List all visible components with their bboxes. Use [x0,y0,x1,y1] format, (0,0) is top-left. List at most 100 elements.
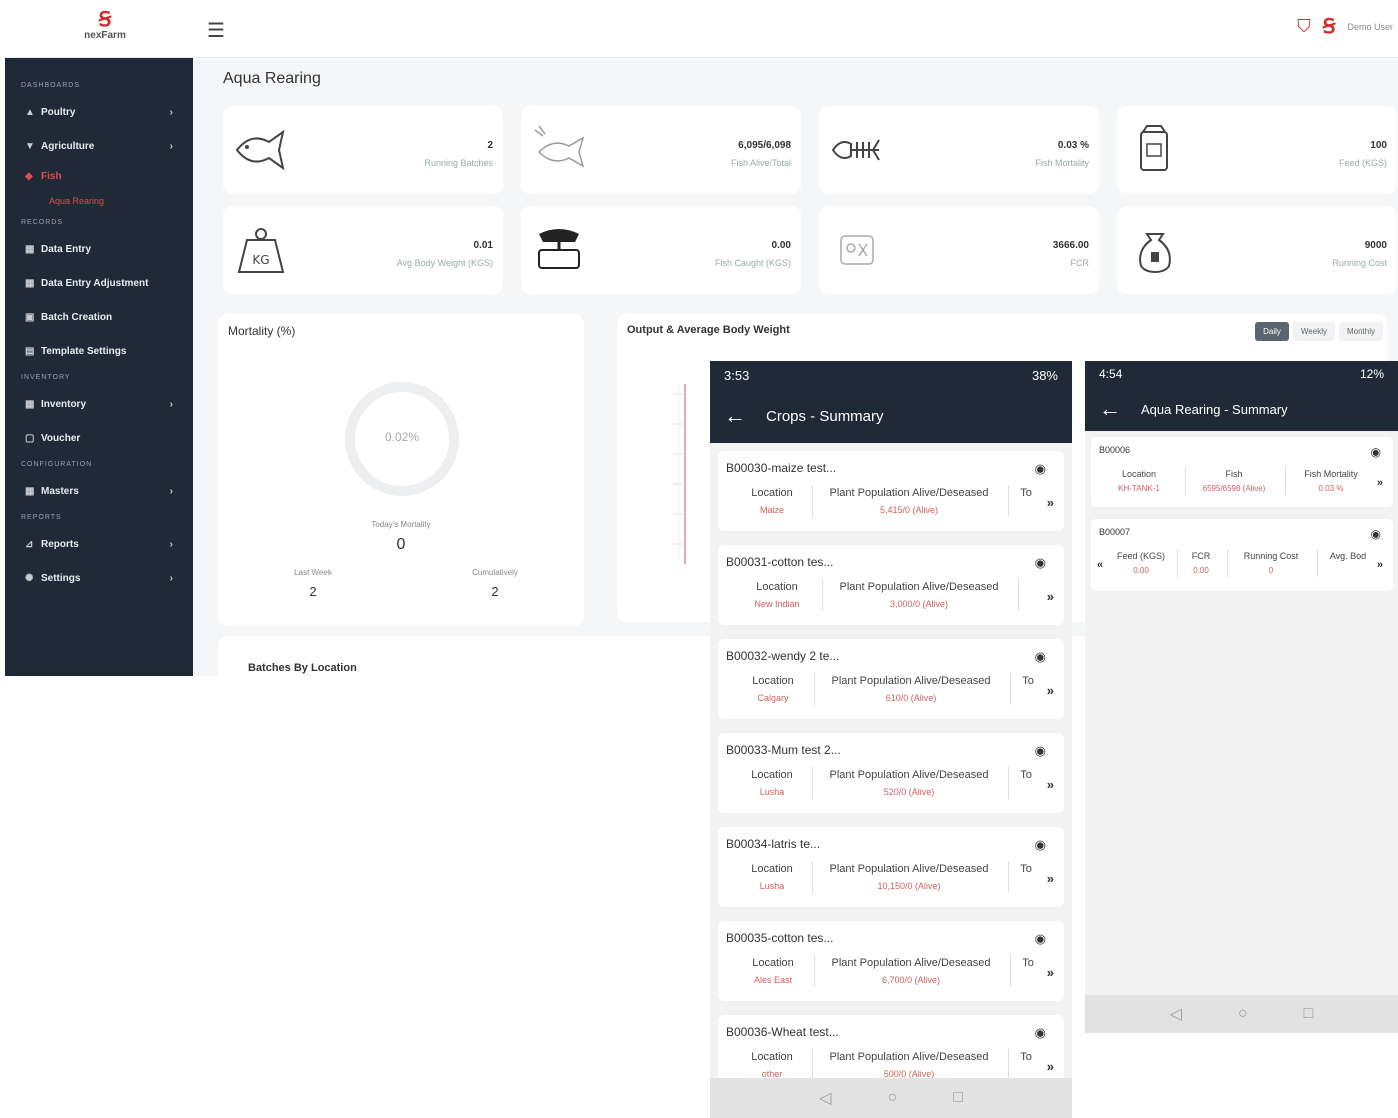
sidebar-item-agriculture[interactable]: ▼ Agriculture › [5,129,193,163]
fcr-label: FCR [1191,551,1211,561]
app-bar: ← Crops - Summary [710,389,1072,443]
status-battery: 38% [1031,367,1058,383]
sidebar-item-masters[interactable]: ▦ Masters › [5,474,193,508]
sidebar-item-inventory[interactable]: ▦ Inventory › [5,387,193,421]
crop-batch-card[interactable]: B00033-Mum test 2... ◉ Location Lusha Pla… [718,733,1064,813]
batch-title: B00031-cotton tes... [726,555,834,569]
sidebar-item-aqua-rearing[interactable]: Aqua Rearing [5,189,193,213]
sidebar-item-reports[interactable]: ⊿ Reports › [5,527,193,561]
to-column: To [1018,863,1034,875]
nav-recents-icon[interactable]: □ [1304,1005,1314,1023]
population-label: Plant Population Alive/Deseased [829,487,989,499]
logo-name: nexFarm [84,30,126,41]
sidebar-item-label: Masters [41,485,79,497]
scroll-right-icon[interactable]: » [1047,1059,1054,1074]
sidebar-item-voucher[interactable]: ▢ Voucher [5,421,193,455]
scroll-right-icon[interactable]: » [1047,777,1054,792]
sidebar-item-settings[interactable]: ✺ Settings › [5,561,193,595]
eye-icon[interactable]: ◉ [1371,445,1381,459]
feed-bag-icon [1140,125,1168,171]
nav-back-icon[interactable]: ◁ [819,1088,831,1108]
sidebar-item-label: Fish [41,170,62,182]
weight-icon: KG [237,228,285,273]
column-divider [814,673,815,705]
eye-icon[interactable]: ◉ [1035,743,1046,759]
column-divider [812,767,813,799]
toggle-monthly[interactable]: Monthly [1338,322,1383,341]
scroll-left-icon[interactable]: « [1097,559,1103,571]
toggle-daily[interactable]: Daily [1255,322,1289,341]
kpi-value: 0.00 [771,240,791,251]
back-arrow-icon[interactable]: ← [724,403,746,429]
sidebar-item-label: Data Entry Adjustment [41,277,149,289]
crop-batch-card[interactable]: B00034-latris te... ◉ Location Lusha Plan… [718,827,1064,907]
scroll-right-icon[interactable]: » [1047,495,1054,510]
crop-batch-card[interactable]: B00030-maize test... ◉ Location Maize Pla… [718,451,1064,531]
batch-title: B00033-Mum test 2... [726,743,841,757]
nav-home-icon[interactable]: ○ [887,1089,897,1107]
notification-icon[interactable]: ⛉ [1297,16,1311,37]
column-divider [1177,549,1178,577]
nav-recents-icon[interactable]: □ [953,1089,963,1107]
sidebar-item-data-entry-adjustment[interactable]: ▦ Data Entry Adjustment [5,266,193,300]
status-time: 4:54 [1099,367,1123,381]
eye-icon[interactable]: ◉ [1035,555,1046,571]
toggle-weekly[interactable]: Weekly [1292,322,1335,341]
scale-icon [538,229,580,269]
fish-mortality-column: Fish Mortality 0.03 % [1291,469,1371,493]
location-column: Location New Indian [738,581,816,609]
eye-icon[interactable]: ◉ [1035,837,1046,853]
scroll-right-icon[interactable]: » [1047,589,1054,604]
sidebar-item-data-entry[interactable]: ▦ Data Entry [5,232,193,266]
sidebar-item-poultry[interactable]: ▲ Poultry › [5,95,193,129]
output-chart-plot [673,384,686,564]
output-chart-title: Output & Average Body Weight [627,324,790,336]
menu-icon[interactable]: ☰ [207,18,225,43]
scroll-right-icon[interactable]: » [1047,871,1054,886]
eye-icon[interactable]: ◉ [1035,931,1046,947]
inventory-icon: ▦ [25,398,35,410]
scroll-right-icon[interactable]: » [1047,683,1054,698]
aqua-batch-card[interactable]: B00007 ◉ « Feed (KGS) 0.00 FCR 0.00 Runnin… [1091,519,1393,591]
nav-back-icon[interactable]: ◁ [1170,1004,1182,1024]
screen-title: Crops - Summary [766,407,884,425]
sidebar-item-fish[interactable]: ◆ Fish [5,163,193,189]
sidebar-item-label: Poultry [41,106,76,118]
avatar[interactable]: Ꞩ [1323,14,1336,39]
crop-batch-card[interactable]: B00035-cotton tes... ◉ Location Ales East… [718,921,1064,1001]
kpi-card-running-cost: 9000 Running Cost [1117,206,1397,294]
population-column: Plant Population Alive/Deseased 6,700/0 (… [818,957,1004,985]
status-bar: 4:54 12% [1085,361,1398,387]
crop-batch-card[interactable]: B00031-cotton tes... ◉ Location New India… [718,545,1064,625]
eye-icon[interactable]: ◉ [1035,461,1046,477]
eye-icon[interactable]: ◉ [1371,527,1381,541]
column-divider [822,579,823,611]
population-label: Plant Population Alive/Deseased [829,1051,989,1063]
to-label: To [1022,957,1034,969]
user-name[interactable]: Demo User [1347,22,1393,32]
logo[interactable]: Ꞩ nexFarm [65,10,145,41]
scroll-right-icon[interactable]: » [1047,965,1054,980]
sidebar-item-template-settings[interactable]: ▤ Template Settings [5,334,193,368]
location-label: Location [751,487,793,499]
sidebar-item-batch-creation[interactable]: ▣ Batch Creation [5,300,193,334]
to-label: To [1020,863,1032,875]
scroll-right-icon[interactable]: » [1377,477,1383,489]
eye-icon[interactable]: ◉ [1035,649,1046,665]
to-column: To [1018,769,1034,781]
back-arrow-icon[interactable]: ← [1099,396,1121,422]
crop-batch-card[interactable]: B00032-wendy 2 te... ◉ Location Calgary P… [718,639,1064,719]
app-bar: ← Aqua Rearing - Summary [1085,387,1398,431]
scroll-right-icon[interactable]: » [1377,559,1383,571]
kpi-label: Running Batches [424,158,493,168]
sidebar-item-label: Reports [41,538,79,550]
voucher-icon: ▢ [25,432,35,444]
sidebar-item-label: Agriculture [41,140,95,152]
nav-home-icon[interactable]: ○ [1238,1005,1248,1023]
eye-icon[interactable]: ◉ [1035,1025,1046,1041]
sidebar-item-label: Batch Creation [41,311,113,323]
mortality-card: Mortality (%) 0.02% Today's Mortality 0 … [218,314,584,626]
batch-icon: ▣ [25,311,35,323]
population-column: Plant Population Alive/Deseased 3,000/0 (… [826,581,1012,609]
aqua-batch-card[interactable]: B00006 ◉ Location KH-TANK-1 Fish 6595/6598… [1091,437,1393,507]
